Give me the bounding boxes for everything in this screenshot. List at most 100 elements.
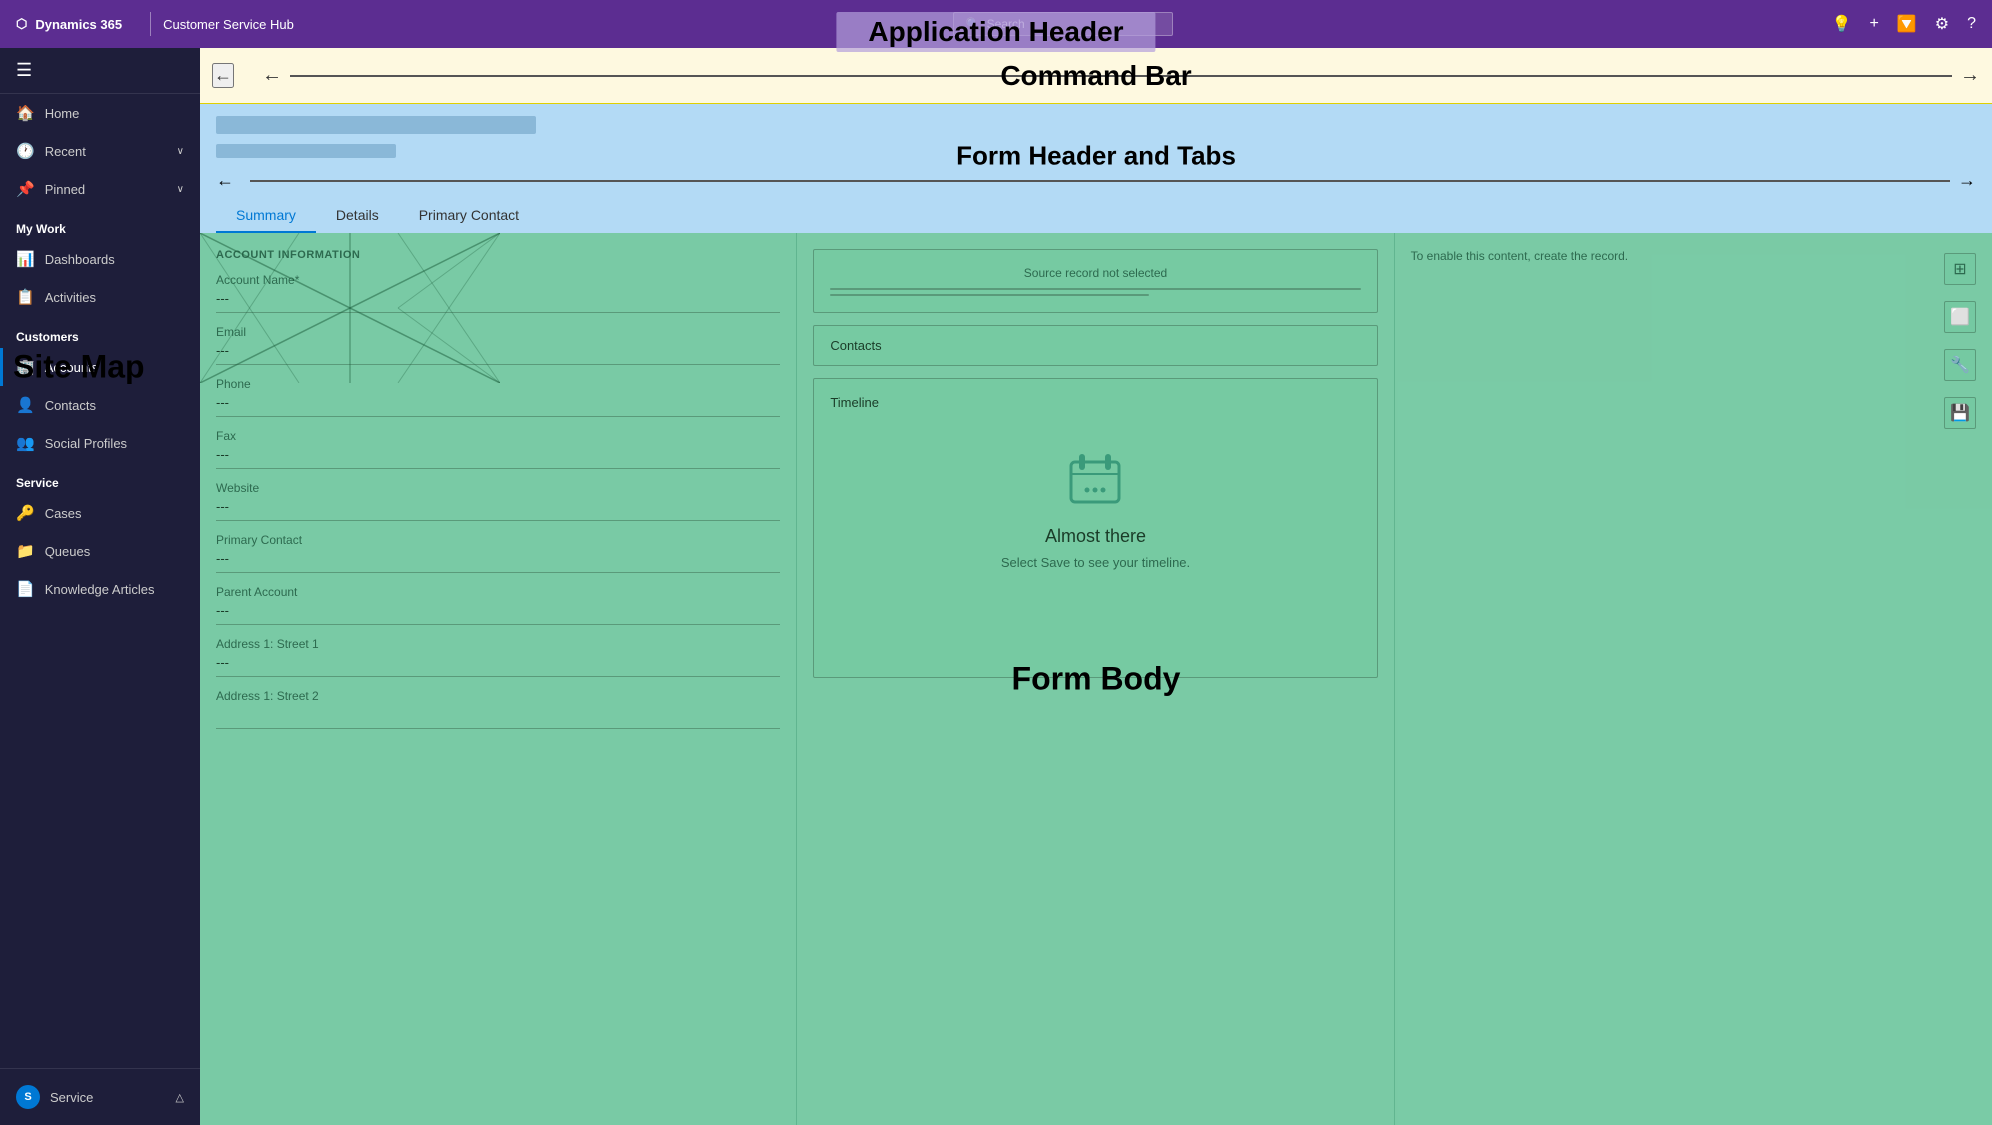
sidebar-item-dashboards[interactable]: 📊 Dashboards — [0, 240, 200, 278]
sidebar-item-label: Social Profiles — [45, 436, 127, 451]
sidebar-item-activities[interactable]: 📋 Activities — [0, 278, 200, 316]
timeline-title: Timeline — [830, 395, 879, 410]
source-record-bar — [830, 288, 1360, 290]
contacts-title: Contacts — [830, 338, 1360, 353]
form-right-col: To enable this content, create the recor… — [1395, 233, 1992, 1125]
add-icon[interactable]: + — [1869, 15, 1878, 33]
source-record-text: Source record not selected — [830, 266, 1360, 280]
account-name-input[interactable]: --- — [216, 291, 780, 313]
lightbulb-icon[interactable]: 💡 — [1832, 14, 1852, 34]
record-sub-bar — [216, 144, 396, 158]
source-record-bar2 — [830, 294, 1148, 296]
chevron-down-icon: ∨ — [177, 146, 184, 157]
my-work-section: My Work — [0, 208, 200, 240]
sidebar-item-label: Cases — [45, 506, 82, 521]
sidebar-item-social-profiles[interactable]: 👥 Social Profiles — [0, 424, 200, 462]
source-record-box: Source record not selected — [813, 249, 1377, 313]
sidebar-item-accounts[interactable]: 🏢 Accounts Site Map — [0, 348, 200, 386]
app-name: Customer Service Hub — [163, 17, 294, 32]
wrench-icon-button[interactable]: 🔧 — [1944, 349, 1976, 381]
sidebar-item-cases[interactable]: 🔑 Cases — [0, 494, 200, 532]
record-name-bar — [216, 116, 536, 134]
parent-account-field: Parent Account --- — [216, 585, 780, 625]
settings-icon[interactable]: ⚙ — [1935, 14, 1949, 34]
email-field: Email --- — [216, 325, 780, 365]
recent-icon: 🕐 — [16, 142, 35, 160]
sidebar-item-knowledge-articles[interactable]: 📄 Knowledge Articles — [0, 570, 200, 608]
phone-input[interactable]: --- — [216, 395, 780, 417]
sidebar: ☰ 🏠 Home 🕐 Recent ∨ 📌 Pinned ∨ My Work 📊… — [0, 48, 200, 1125]
app-header: ⬡ Dynamics 365 Customer Service Hub 🔍 Se… — [0, 0, 1992, 48]
fax-input[interactable]: --- — [216, 447, 780, 469]
grid-icon-button[interactable]: ⊞ — [1944, 253, 1976, 285]
accounts-icon: 🏢 — [16, 358, 35, 376]
save-prompt-text: Select Save to see your timeline. — [1001, 555, 1190, 570]
command-bar: ← ← → Command Bar — [200, 48, 1992, 104]
sidebar-bottom-label: Service — [50, 1090, 93, 1105]
primary-contact-input[interactable]: --- — [216, 551, 780, 573]
dashboards-icon: 📊 — [16, 250, 35, 268]
sidebar-item-contacts[interactable]: 👤 Contacts — [0, 386, 200, 424]
tab-primary-contact[interactable]: Primary Contact — [399, 199, 539, 233]
sidebar-item-label: Accounts — [45, 360, 98, 375]
queues-icon: 📁 — [16, 542, 35, 560]
filter-icon[interactable]: 🔽 — [1897, 14, 1917, 34]
knowledge-icon: 📄 — [16, 580, 35, 598]
sidebar-bottom-profile[interactable]: S Service △ — [0, 1077, 200, 1117]
header-center: 🔍 Search Application Header — [294, 12, 1832, 36]
social-icon: 👥 — [16, 434, 35, 452]
sidebar-item-home[interactable]: 🏠 Home — [0, 94, 200, 132]
brand-name: Dynamics 365 — [35, 17, 122, 32]
sidebar-item-label: Knowledge Articles — [45, 582, 155, 597]
contacts-box: Contacts — [813, 325, 1377, 366]
sidebar-item-pinned[interactable]: 📌 Pinned ∨ — [0, 170, 200, 208]
sidebar-item-label: Queues — [45, 544, 91, 559]
tab-details[interactable]: Details — [316, 199, 399, 233]
hamburger-menu[interactable]: ☰ — [16, 60, 32, 81]
app-logo[interactable]: ⬡ Dynamics 365 — [16, 16, 122, 32]
fax-field: Fax --- — [216, 429, 780, 469]
sidebar-item-label: Home — [45, 106, 80, 121]
command-bar-title: Command Bar — [1000, 60, 1191, 92]
back-button[interactable]: ← — [212, 63, 234, 88]
avatar: S — [16, 1085, 40, 1109]
sidebar-item-label: Activities — [45, 290, 96, 305]
right-panel-icons: ⊞ ⬜ 🔧 💾 — [1944, 253, 1976, 429]
customers-section: Customers — [0, 316, 200, 348]
pin-icon: 📌 — [16, 180, 35, 198]
left-arrow-icon: ← — [262, 64, 282, 87]
sidebar-item-label: Recent — [45, 144, 86, 159]
sidebar-item-recent[interactable]: 🕐 Recent ∨ — [0, 132, 200, 170]
header-icons: 💡 + 🔽 ⚙ ? — [1832, 14, 1976, 34]
form-header: ← → Form Header and Tabs Summary Details… — [200, 104, 1992, 233]
right-arrow-icon: → — [1960, 64, 1980, 87]
address-street2-input[interactable] — [216, 707, 780, 729]
enable-content-text: To enable this content, create the recor… — [1411, 249, 1628, 263]
timeline-box: Timeline Almost there Select Save to see… — [813, 378, 1377, 678]
save-icon-button[interactable]: 💾 — [1944, 397, 1976, 429]
service-section: Service — [0, 462, 200, 494]
sidebar-bottom: S Service △ — [0, 1068, 200, 1125]
form-header-arrows: ← → Form Header and Tabs — [216, 170, 1976, 191]
chevron-up-icon: △ — [176, 1091, 184, 1104]
header-line — [250, 180, 1950, 182]
sidebar-top: ☰ — [0, 48, 200, 94]
primary-contact-field: Primary Contact --- — [216, 533, 780, 573]
address-street1-input[interactable]: --- — [216, 655, 780, 677]
almost-there-text: Almost there — [1045, 526, 1146, 547]
website-field: Website --- — [216, 481, 780, 521]
sidebar-item-queues[interactable]: 📁 Queues — [0, 532, 200, 570]
sidebar-item-label: Contacts — [45, 398, 96, 413]
tab-summary[interactable]: Summary — [216, 199, 316, 233]
email-input[interactable]: --- — [216, 343, 780, 365]
form-header-title: Form Header and Tabs — [956, 140, 1236, 171]
website-input[interactable]: --- — [216, 499, 780, 521]
window-icon-button[interactable]: ⬜ — [1944, 301, 1976, 333]
phone-field: Phone --- — [216, 377, 780, 417]
sidebar-item-label: Pinned — [45, 182, 85, 197]
contacts-icon: 👤 — [16, 396, 35, 414]
header-right-arrow: → — [1958, 170, 1976, 191]
header-left-arrow: ← — [216, 170, 234, 191]
help-icon[interactable]: ? — [1967, 15, 1976, 33]
parent-account-input[interactable]: --- — [216, 603, 780, 625]
